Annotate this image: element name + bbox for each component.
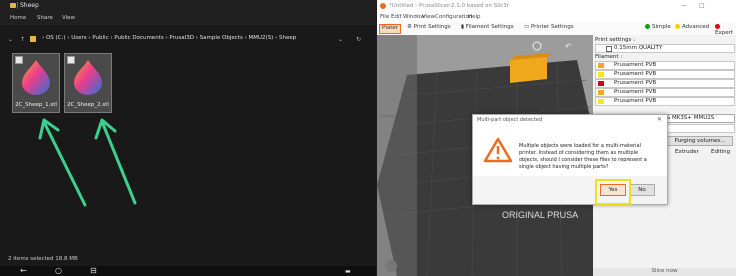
menu-help[interactable]: Help: [468, 14, 481, 20]
profile-label: 0.15mm QUALITY: [614, 45, 663, 51]
loading-text: Loading: [380, 113, 394, 118]
slice-now-button[interactable]: Slice now: [593, 268, 736, 276]
tab-printer-settings[interactable]: ▭ Printer Settings: [522, 24, 576, 32]
no-button[interactable]: No: [629, 184, 655, 196]
filament-select-2[interactable]: Prusament PVB: [595, 70, 735, 79]
color-swatch: [598, 99, 604, 104]
dialog-message: Multiple objects were loaded for a multi…: [519, 143, 647, 170]
mode-dot-icon: [675, 24, 680, 29]
filament-name: Prusament PVB: [614, 71, 657, 77]
filament-label: Filament :: [595, 54, 623, 60]
back-arrow-icon[interactable]: ←: [20, 266, 27, 275]
filament-name: Prusament PVB: [614, 89, 657, 95]
dialog-title: Multi-part object detected: [477, 117, 543, 123]
printer-label: & MK3S+ MMU2S: [666, 115, 715, 121]
mode-dot-icon: [715, 24, 720, 29]
taskbar: ← ○ ⊟ ▬: [0, 266, 376, 276]
file-explorer-window: Sheep Home Share View ⌄ ↑ › OS (C:) › Us…: [0, 0, 376, 276]
window-title: *Untitled - PrusaSlicer-2.1.0 based on S…: [389, 3, 510, 9]
status-text: 2 items selected 18.8 MB: [8, 256, 78, 262]
lock-icon: [606, 46, 612, 52]
filament-select-4[interactable]: Prusament PVB: [595, 88, 735, 97]
bed-label: ORIGINAL PRUSA: [502, 210, 578, 220]
undo-icon[interactable]: ↶: [564, 42, 572, 51]
print-settings-label: Print settings :: [595, 37, 635, 43]
tab-filament-settings[interactable]: ▮ Filament Settings: [459, 24, 516, 32]
search-icon[interactable]: ○: [55, 266, 62, 275]
mode-label: Advanced: [682, 24, 710, 30]
filament-select-5[interactable]: Prusament PVB: [595, 97, 735, 106]
left-toolbar-shade: [377, 35, 417, 276]
multipart-dialog: Multi-part object detected ✕ Multiple ob…: [472, 114, 668, 205]
dialog-body: Multiple objects were loaded for a multi…: [473, 125, 667, 176]
filament-name: Prusament PVB: [614, 98, 657, 104]
color-swatch: [598, 63, 604, 68]
prusa-logo-icon: [380, 3, 386, 9]
keyboard-icon[interactable]: ▬: [345, 268, 351, 275]
dialog-title-bar: Multi-part object detected ✕: [473, 115, 667, 125]
purging-volumes-button[interactable]: Purging volumes...: [667, 136, 733, 146]
color-swatch: [598, 72, 604, 77]
tab-label: Filament Settings: [465, 24, 514, 30]
tab-label: Plater: [382, 25, 399, 31]
filament-name: Prusament PVB: [614, 80, 657, 86]
column-extruder: Extruder: [675, 149, 699, 155]
menu-configuration[interactable]: Configuration: [435, 14, 472, 20]
filament-select-1[interactable]: Prusament PVB: [595, 61, 735, 70]
print-profile-select[interactable]: 0.15mm QUALITY: [595, 44, 735, 53]
prusa-title-bar: *Untitled - PrusaSlicer-2.1.0 based on S…: [377, 0, 736, 14]
mode-advanced[interactable]: Advanced: [675, 24, 709, 30]
view-icon[interactable]: [385, 260, 397, 272]
filament-select-3[interactable]: Prusament PVB: [595, 79, 735, 88]
color-swatch: [598, 90, 604, 95]
arrow-1: [43, 122, 87, 207]
menu-file[interactable]: File: [380, 14, 389, 20]
annotation-arrows: [38, 118, 137, 207]
filament-name: Prusament PVB: [614, 62, 657, 68]
warning-icon: [483, 137, 513, 163]
color-swatch: [598, 81, 604, 86]
model-sheep[interactable]: [510, 57, 547, 83]
menu-view[interactable]: View: [422, 14, 435, 20]
close-icon[interactable]: ✕: [657, 116, 662, 123]
tab-plater[interactable]: Plater: [379, 24, 402, 34]
prusaslicer-window: *Untitled - PrusaSlicer-2.1.0 based on S…: [377, 0, 736, 276]
highlight-box: [595, 179, 631, 205]
taskview-icon[interactable]: ⊟: [90, 266, 97, 275]
arrow-2: [101, 122, 137, 205]
status-bar: 2 items selected 18.8 MB: [0, 255, 376, 265]
menu-edit[interactable]: Edit: [391, 14, 402, 20]
tab-print-settings[interactable]: ⚙ Print Settings: [405, 24, 453, 32]
zoom-icon[interactable]: [532, 41, 542, 51]
tab-label: Print Settings: [413, 24, 451, 30]
menu-bar: File Edit Window View Configuration Help: [377, 14, 736, 22]
tab-bar: Plater ⚙ Print Settings ▮ Filament Setti…: [377, 22, 736, 36]
mode-dot-icon: [645, 24, 650, 29]
dialog-footer: Yes No: [473, 176, 667, 204]
mode-label: Simple: [652, 24, 671, 30]
mode-simple[interactable]: Simple: [645, 24, 671, 30]
tab-label: Printer Settings: [530, 24, 574, 30]
maximize-icon[interactable]: □: [699, 2, 705, 9]
column-editing: Editing: [711, 149, 731, 155]
minimize-icon[interactable]: —: [681, 2, 687, 9]
